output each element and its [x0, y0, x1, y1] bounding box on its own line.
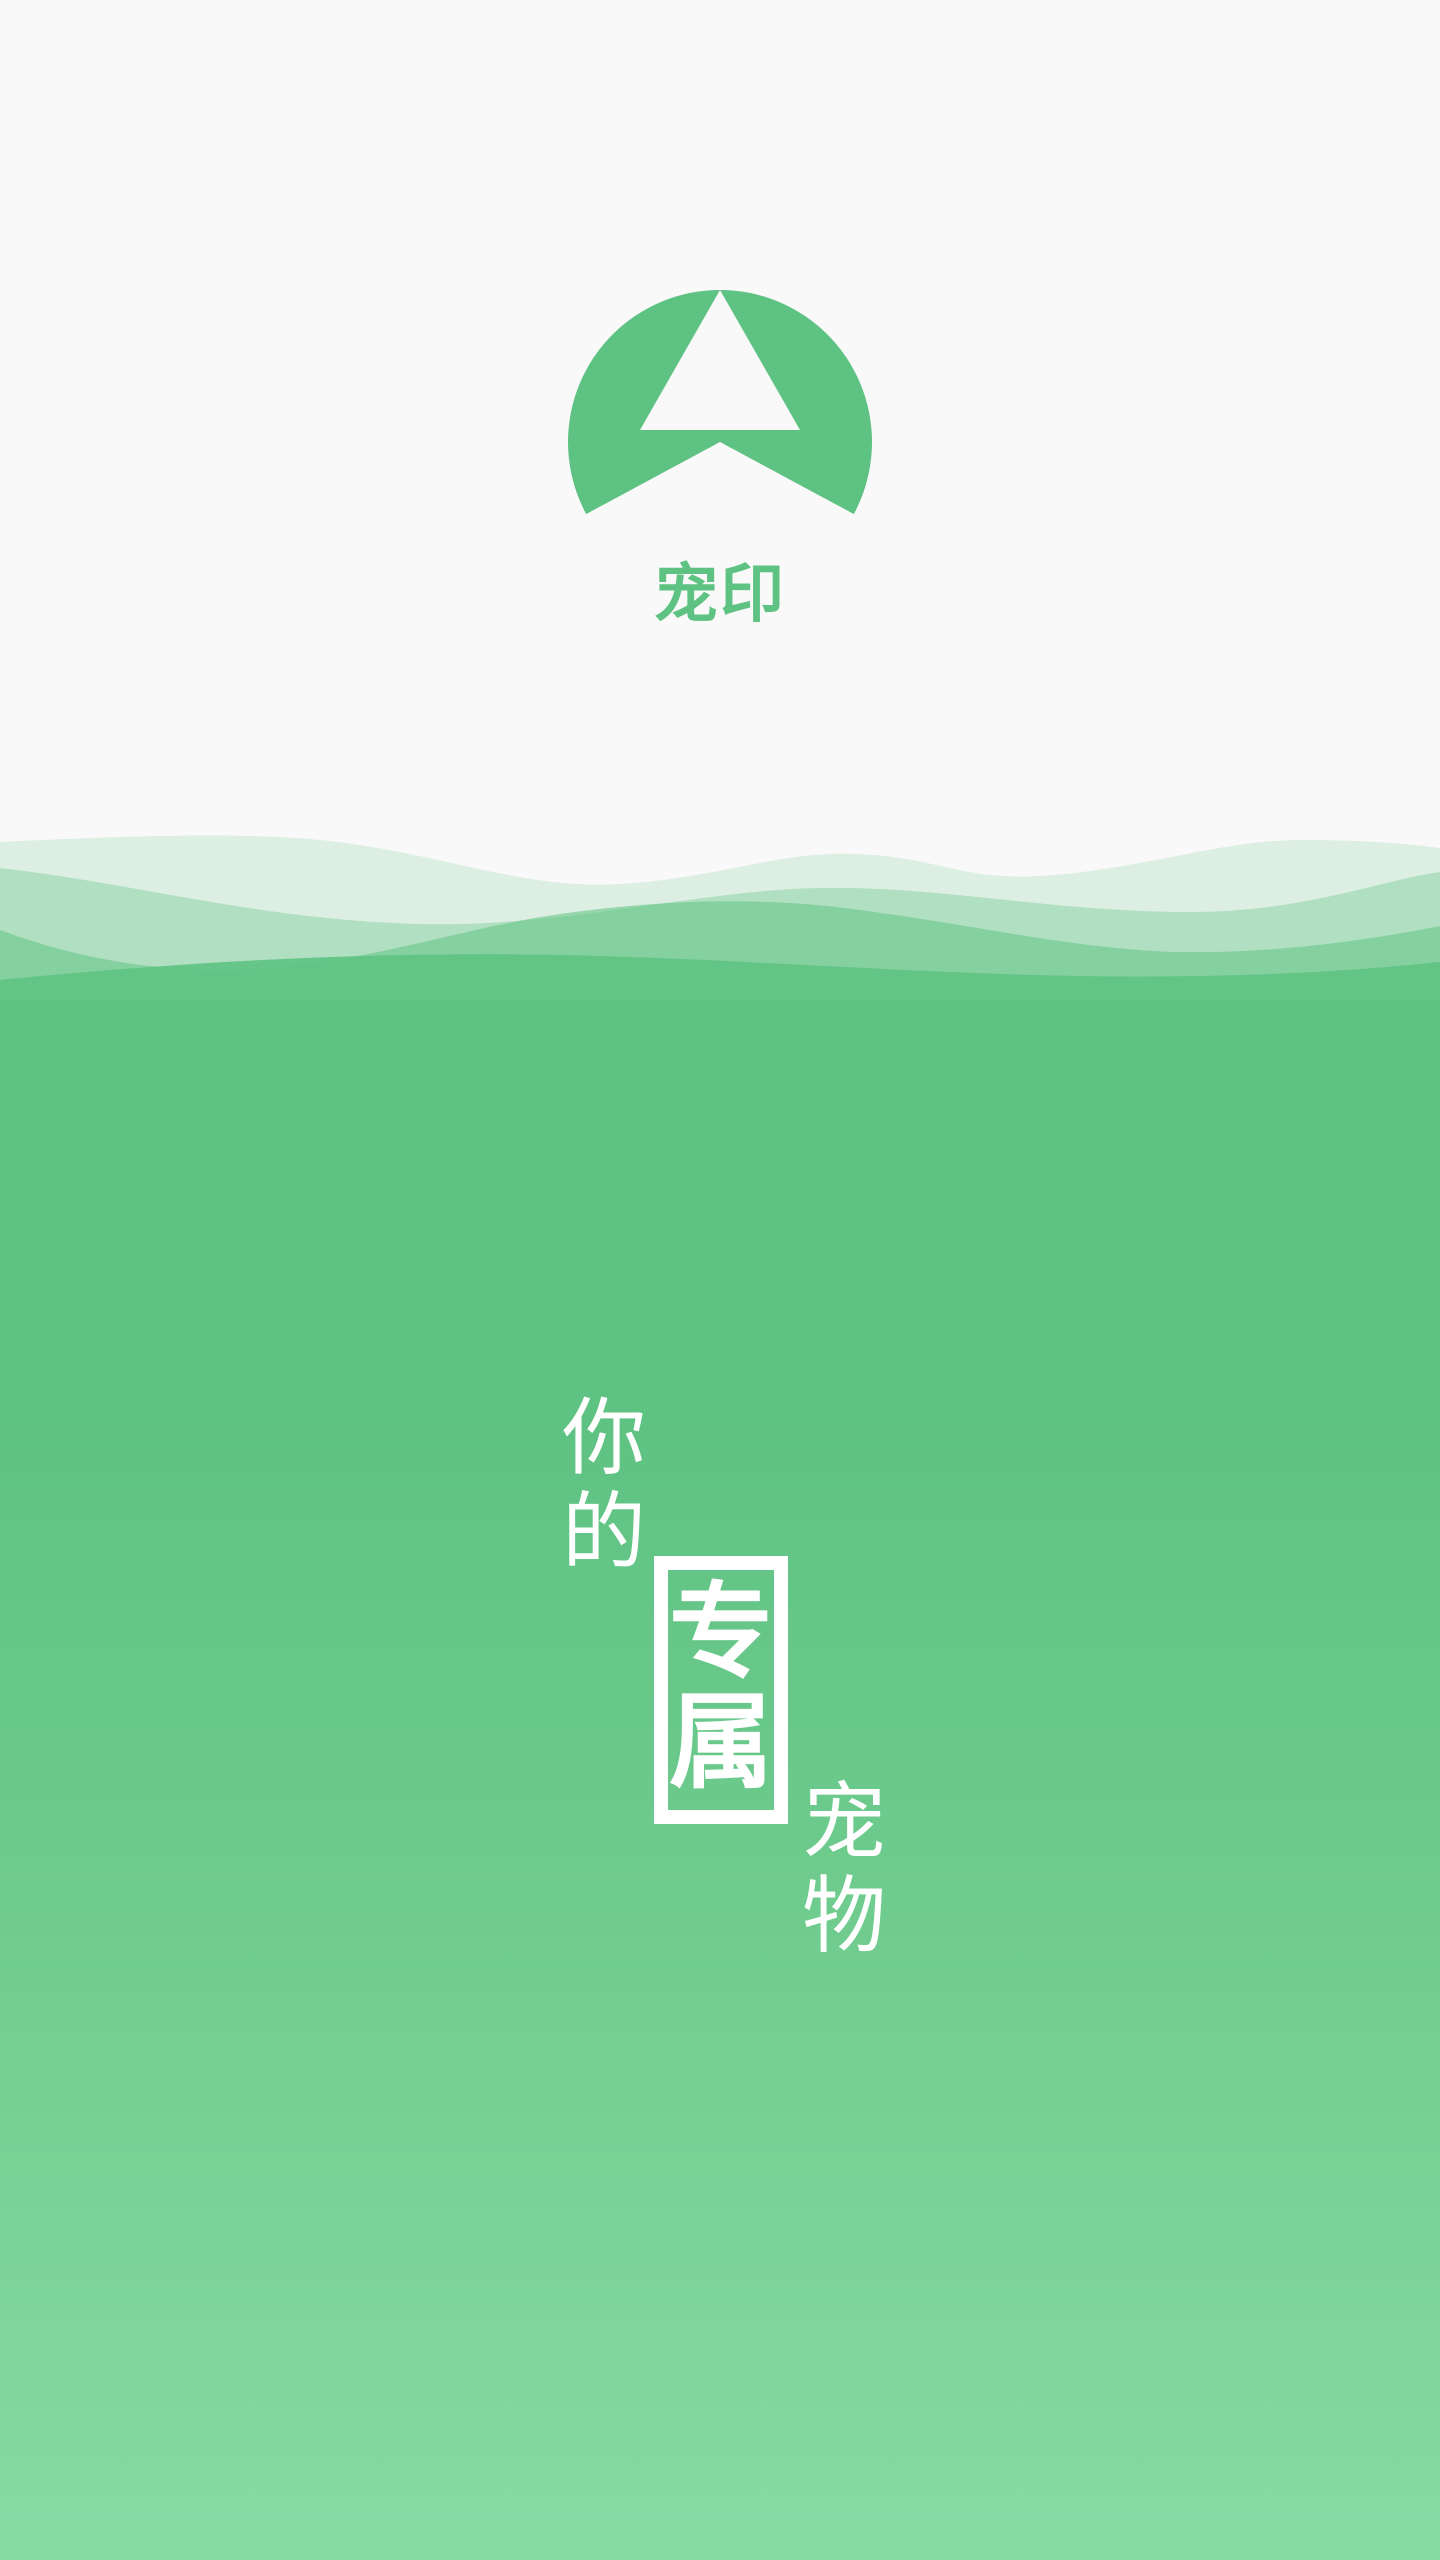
wave-divider [0, 835, 1440, 1040]
triangle-circle-logo-icon [564, 290, 876, 536]
slogan-char-1: 你 [562, 1389, 647, 1487]
slogan-highlight-char-2: 属 [668, 1680, 773, 1803]
slogan-char-5: 宠 [802, 1773, 887, 1871]
splash-screen: 宠印 你 的 专 属 宠 物 [0, 0, 1440, 2560]
app-name: 宠印 [654, 558, 786, 632]
slogan-char-6: 物 [802, 1867, 887, 1965]
slogan-highlight-char-1: 专 [668, 1570, 773, 1693]
slogan-char-2: 的 [562, 1483, 647, 1581]
